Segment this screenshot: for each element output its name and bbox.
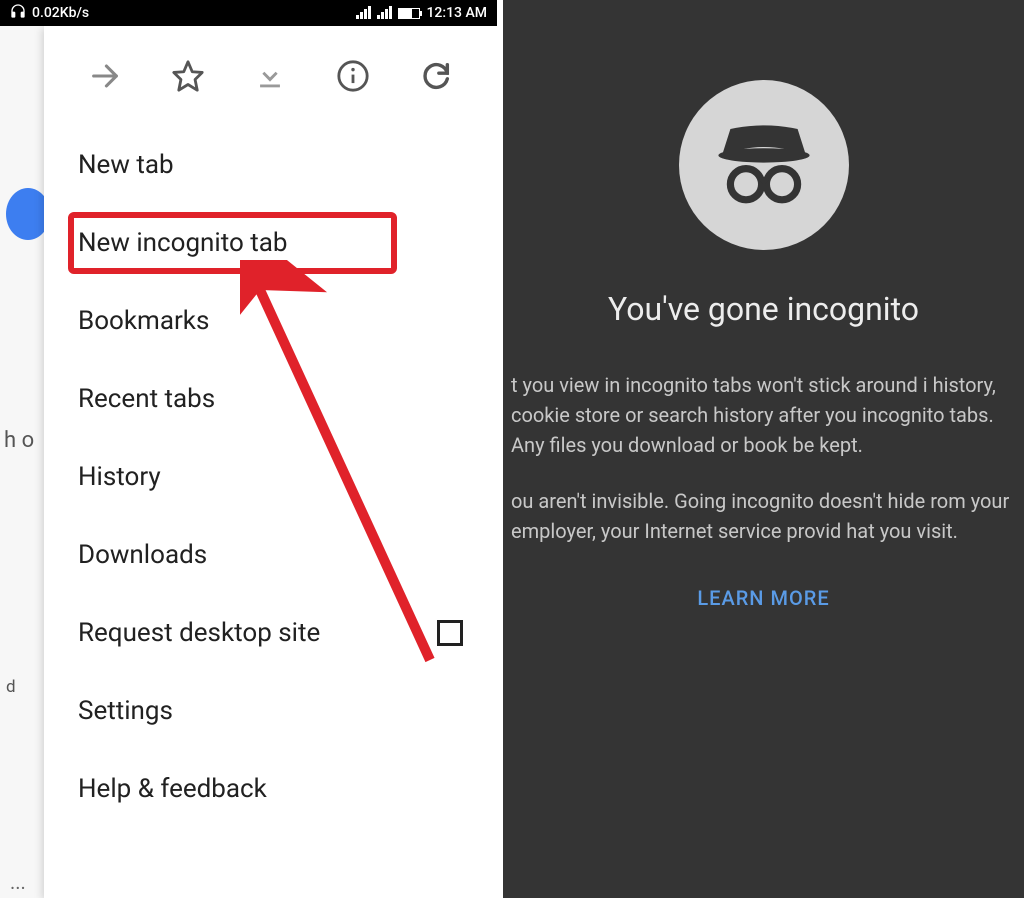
battery-icon	[398, 8, 420, 19]
incognito-description-1: t you view in incognito tabs won't stick…	[503, 370, 1024, 460]
menu-item-new-incognito-tab[interactable]: New incognito tab	[44, 204, 497, 282]
desktop-site-checkbox[interactable]	[437, 620, 463, 646]
download-button[interactable]	[250, 56, 290, 96]
menu-item-label: Help & feedback	[78, 774, 267, 804]
android-status-bar: 0.02Kb/s 12:13 AM	[0, 0, 497, 26]
learn-more-link[interactable]: LEARN MORE	[503, 586, 1024, 610]
menu-icon-row	[44, 26, 497, 126]
menu-item-new-tab[interactable]: New tab	[44, 126, 497, 204]
menu-item-label: History	[78, 462, 161, 492]
menu-item-help-feedback[interactable]: Help & feedback	[44, 750, 497, 828]
menu-item-label: Recent tabs	[78, 384, 215, 414]
menu-item-history[interactable]: History	[44, 438, 497, 516]
menu-item-request-desktop-site[interactable]: Request desktop site	[44, 594, 497, 672]
menu-item-label: Settings	[78, 696, 173, 726]
menu-item-recent-tabs[interactable]: Recent tabs	[44, 360, 497, 438]
data-rate-text: 0.02Kb/s	[32, 5, 89, 21]
left-screenshot-pane: 0.02Kb/s 12:13 AM h o d ...	[0, 0, 497, 898]
signal-icon-2	[377, 7, 392, 19]
menu-list: New tab New incognito tab Bookmarks Rece…	[44, 126, 497, 828]
incognito-title: You've gone incognito	[503, 290, 1024, 328]
info-button[interactable]	[333, 56, 373, 96]
background-text-fragment-1: h o	[4, 428, 34, 453]
incognito-badge	[679, 80, 849, 250]
menu-item-label: New incognito tab	[78, 228, 288, 258]
chrome-overflow-menu: New tab New incognito tab Bookmarks Rece…	[44, 26, 497, 898]
menu-item-label: Bookmarks	[78, 306, 209, 336]
right-screenshot-pane: You've gone incognito t you view in inco…	[503, 0, 1024, 898]
background-strip	[0, 26, 44, 898]
incognito-description-2: ou aren't invisible. Going incognito doe…	[503, 486, 1024, 546]
menu-item-downloads[interactable]: Downloads	[44, 516, 497, 594]
headphone-icon	[10, 3, 26, 23]
forward-button[interactable]	[85, 56, 125, 96]
signal-icon	[356, 7, 371, 19]
background-ellipsis: ...	[10, 870, 26, 894]
background-text-fragment-2: d	[6, 677, 16, 697]
menu-item-label: Request desktop site	[78, 618, 320, 648]
menu-item-label: New tab	[78, 150, 174, 180]
menu-item-bookmarks[interactable]: Bookmarks	[44, 282, 497, 360]
menu-item-label: Downloads	[78, 540, 207, 570]
status-time: 12:13 AM	[426, 5, 487, 21]
bookmark-star-button[interactable]	[168, 56, 208, 96]
menu-item-settings[interactable]: Settings	[44, 672, 497, 750]
incognito-icon	[704, 105, 824, 225]
refresh-button[interactable]	[416, 56, 456, 96]
